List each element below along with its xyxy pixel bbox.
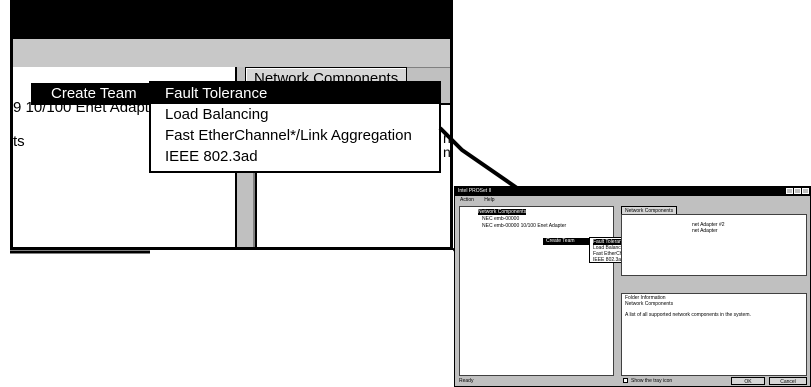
- folder-info-name: Network Components: [625, 301, 674, 307]
- tree-item[interactable]: NEC emb-00000 10/100 Enet Adapter: [482, 223, 566, 229]
- menu-help[interactable]: Help: [484, 197, 494, 203]
- inset-title-bar: [13, 3, 450, 39]
- close-icon[interactable]: [802, 188, 809, 194]
- proset-window: Intel PROSet II Action Help Network Comp…: [454, 186, 811, 387]
- context-menu-item-create-team[interactable]: Create Team: [31, 83, 159, 105]
- minimize-icon[interactable]: [786, 188, 793, 194]
- tray-checkbox[interactable]: [623, 378, 628, 383]
- tray-checkbox-label: Show the tray icon: [631, 378, 673, 384]
- menu-item-ieee-8023ad[interactable]: IEEE 802.3ad: [593, 257, 624, 263]
- tree-root[interactable]: Network Components: [478, 209, 527, 215]
- window-context-item[interactable]: Create Team: [543, 238, 595, 245]
- menu-item-load-balancing[interactable]: Load Balancing: [151, 104, 439, 125]
- list-item[interactable]: net Adapter: [692, 228, 718, 234]
- menu-item-link-aggregation[interactable]: Fast EtherChannel*/Link Aggregation: [151, 125, 439, 146]
- menu-item-fault-tolerance[interactable]: Fault Tolerance: [151, 83, 439, 104]
- cancel-button[interactable]: Cancel: [769, 377, 807, 385]
- component-list: net Adapter #2 net Adapter: [621, 214, 807, 276]
- tree-item[interactable]: NEC emb-00000: [482, 216, 519, 222]
- window-tree-pane: Network Components NEC emb-00000 NEC emb…: [459, 206, 614, 376]
- zoomed-inset: ts 9 10/100 Enet Adapt Network Component…: [10, 0, 453, 250]
- create-team-submenu: Fault Tolerance Load Balancing Fast Ethe…: [149, 81, 441, 173]
- menu-item-ieee-8023ad[interactable]: IEEE 802.3ad: [151, 146, 439, 167]
- ok-button[interactable]: OK: [731, 377, 765, 385]
- inset-menu-bar: [13, 39, 450, 68]
- folder-information-panel: Folder Information Network Components A …: [621, 293, 807, 376]
- tree-root-fragment[interactable]: ts: [13, 133, 25, 150]
- maximize-icon[interactable]: [794, 188, 801, 194]
- clipped-text: ne ne: [443, 130, 451, 160]
- folder-info-desc: A list of all supported network componen…: [625, 312, 751, 318]
- window-title-bar: Intel PROSet II: [455, 187, 810, 196]
- window-menu-bar: Action Help: [455, 196, 810, 204]
- menu-action[interactable]: Action: [460, 197, 474, 203]
